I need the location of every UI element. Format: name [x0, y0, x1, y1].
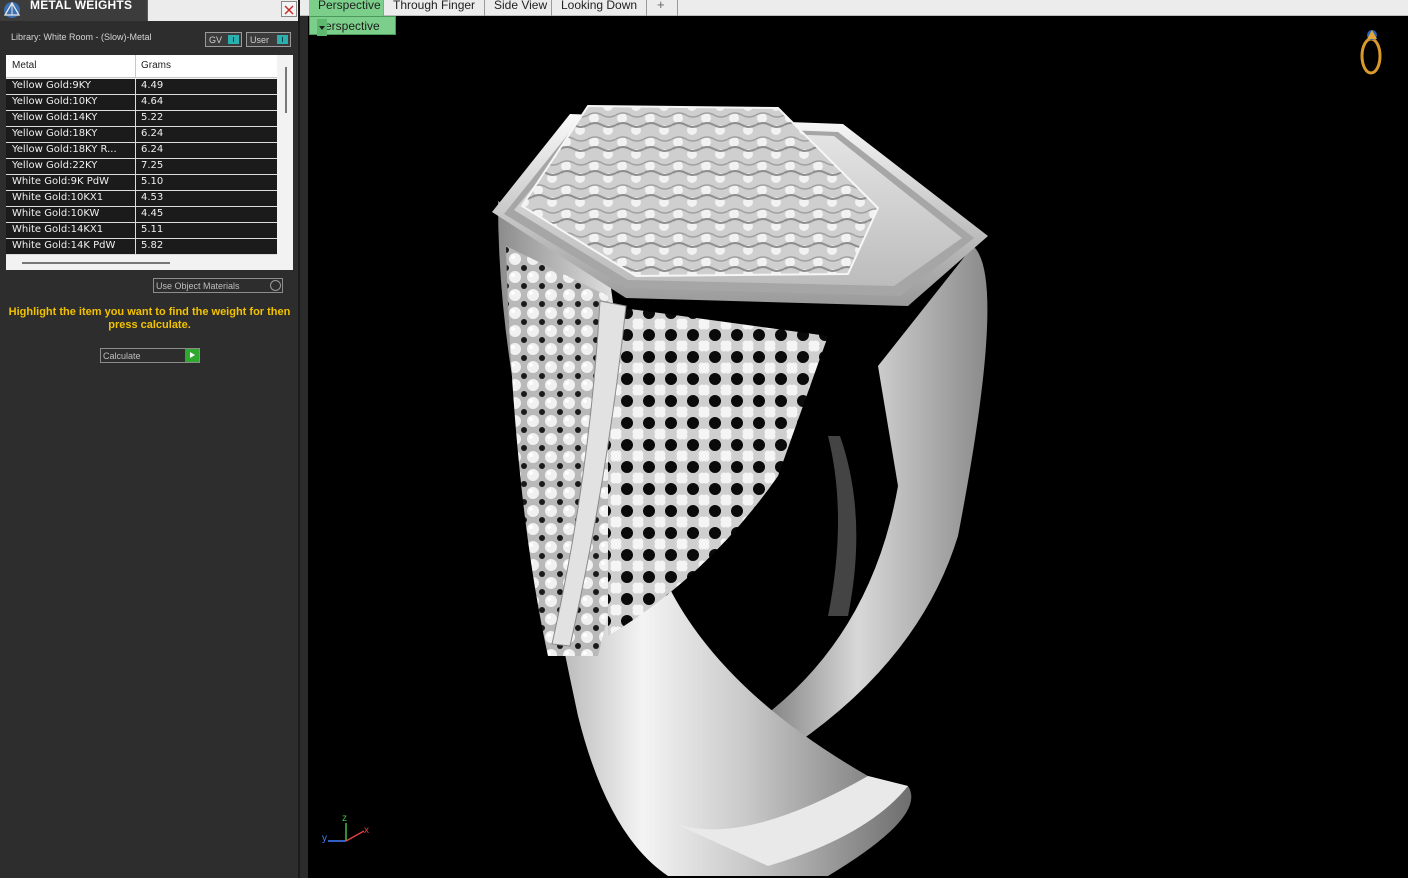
toggle-switch-icon: [277, 35, 288, 44]
axis-label-z: z: [342, 813, 347, 824]
plus-icon: +: [657, 0, 665, 12]
column-header-metal[interactable]: Metal: [12, 60, 36, 71]
app-window: METAL WEIGHTS Library: White Room - (Slo…: [0, 0, 1408, 878]
horizontal-scrollbar[interactable]: [22, 262, 170, 264]
metal-cell: White Gold:10KW: [12, 208, 100, 219]
grams-cell: 5.11: [141, 224, 164, 235]
grams-cell: 5.22: [141, 112, 164, 123]
ring-icon: [1360, 30, 1382, 75]
tab-label: Looking Down: [561, 0, 638, 12]
axis-label-x: x: [364, 825, 369, 836]
gv-toggle[interactable]: GV: [205, 32, 242, 47]
radio-icon[interactable]: [270, 280, 281, 291]
app-logo-icon: [0, 0, 26, 21]
table-row[interactable]: White Gold:10KX1 4.53: [6, 191, 277, 207]
tab-label: Through Finger: [393, 0, 476, 12]
ring-render: y z x: [322, 30, 1382, 876]
use-object-materials-option[interactable]: Use Object Materials: [153, 278, 283, 293]
calculate-label: Calculate: [103, 351, 141, 361]
metal-cell: White Gold:14K PdW: [12, 240, 116, 251]
metal-cell: Yellow Gold:9KY: [12, 80, 91, 91]
table-header: Metal Grams: [6, 55, 277, 78]
axis-label-y: y: [322, 833, 327, 844]
tab-perspective[interactable]: Perspective: [309, 0, 384, 16]
metal-cell: Yellow Gold:14KY: [12, 112, 98, 123]
grams-cell: 4.53: [141, 192, 164, 203]
table-row[interactable]: Yellow Gold:9KY 4.49: [6, 79, 277, 95]
tab-side-view[interactable]: Side View: [485, 0, 552, 16]
table-row[interactable]: Yellow Gold:22KY 7.25: [6, 159, 277, 175]
grams-cell: 4.49: [141, 80, 164, 91]
table-row[interactable]: White Gold:14K PdW 5.82: [6, 239, 277, 255]
column-divider[interactable]: [135, 55, 136, 78]
tab-label: Side View: [494, 0, 548, 12]
tab-label: Perspective: [318, 0, 381, 12]
view-tab-bar: Perspective Through Finger Side View Loo…: [300, 0, 1408, 16]
cell-divider: [135, 79, 136, 95]
cell-divider: [135, 191, 136, 207]
close-icon: [284, 5, 294, 15]
use-object-materials-label: Use Object Materials: [156, 281, 240, 291]
library-label: Library: White Room - (Slow)-Metal: [11, 32, 152, 42]
grams-cell: 5.10: [141, 176, 164, 187]
vertical-scrollbar[interactable]: [285, 67, 287, 113]
panel-title-tab: METAL WEIGHTS: [26, 0, 148, 21]
cell-divider: [135, 143, 136, 159]
table-row[interactable]: Yellow Gold:10KY 4.64: [6, 95, 277, 111]
table-row[interactable]: Yellow Gold:18KY 6.24: [6, 127, 277, 143]
metal-cell: Yellow Gold:22KY: [12, 160, 98, 171]
metal-cell: Yellow Gold:18KY: [12, 128, 98, 139]
close-button[interactable]: [281, 1, 297, 17]
cell-divider: [135, 223, 136, 239]
panel-splitter[interactable]: [298, 0, 300, 878]
metal-cell: White Gold:9K PdW: [12, 176, 109, 187]
grams-cell: 6.24: [141, 128, 164, 139]
3d-viewport[interactable]: y z x Perspective: [308, 16, 1408, 878]
metal-cell: White Gold:10KX1: [12, 192, 104, 203]
tab-through-finger[interactable]: Through Finger: [384, 0, 485, 16]
table-row[interactable]: White Gold:9K PdW 5.10: [6, 175, 277, 191]
toggle-switch-icon: [228, 35, 239, 44]
user-toggle-label: User: [250, 35, 270, 45]
table-body: Yellow Gold:9KY 4.49 Yellow Gold:10KY 4.64 Y…: [6, 79, 277, 255]
metal-cell: Yellow Gold:18KY R...: [12, 144, 117, 155]
calculate-button[interactable]: Calculate: [100, 348, 200, 363]
cell-divider: [135, 175, 136, 191]
table-row[interactable]: White Gold:14KX1 5.11: [6, 223, 277, 239]
cell-divider: [135, 159, 136, 175]
grams-cell: 4.45: [141, 208, 164, 219]
grams-cell: 4.64: [141, 96, 164, 107]
cell-divider: [135, 95, 136, 111]
metal-weights-table: Metal Grams Yellow Gold:9KY 4.49 Yellow Go…: [6, 55, 293, 270]
panel-header: METAL WEIGHTS: [0, 0, 300, 21]
cell-divider: [135, 207, 136, 223]
view-mode-dropdown[interactable]: Perspective: [309, 16, 396, 36]
cell-divider: [135, 127, 136, 143]
axis-gizmo-icon: y z x: [322, 813, 369, 844]
metal-cell: Yellow Gold:10KY: [12, 96, 98, 107]
grams-cell: 5.82: [141, 240, 164, 251]
tab-looking-down[interactable]: Looking Down: [552, 0, 647, 16]
user-toggle[interactable]: User: [246, 32, 291, 47]
gv-toggle-label: GV: [209, 35, 223, 45]
table-row[interactable]: Yellow Gold:14KY 5.22: [6, 111, 277, 127]
table-row[interactable]: White Gold:10KW 4.45: [6, 207, 277, 223]
panel-title: METAL WEIGHTS: [30, 0, 133, 12]
add-tab-button[interactable]: +: [647, 0, 678, 16]
table-row[interactable]: Yellow Gold:18KY R... 6.24: [6, 143, 277, 159]
grams-cell: 6.24: [141, 144, 164, 155]
grams-cell: 7.25: [141, 160, 164, 171]
chevron-down-icon[interactable]: [317, 19, 327, 36]
column-header-grams[interactable]: Grams: [141, 60, 171, 71]
instruction-text: Highlight the item you want to find the …: [8, 306, 291, 331]
cell-divider: [135, 239, 136, 255]
cell-divider: [135, 111, 136, 127]
metal-cell: White Gold:14KX1: [12, 224, 104, 235]
play-icon[interactable]: [185, 349, 199, 362]
metal-weights-panel: METAL WEIGHTS Library: White Room - (Slo…: [0, 0, 300, 878]
